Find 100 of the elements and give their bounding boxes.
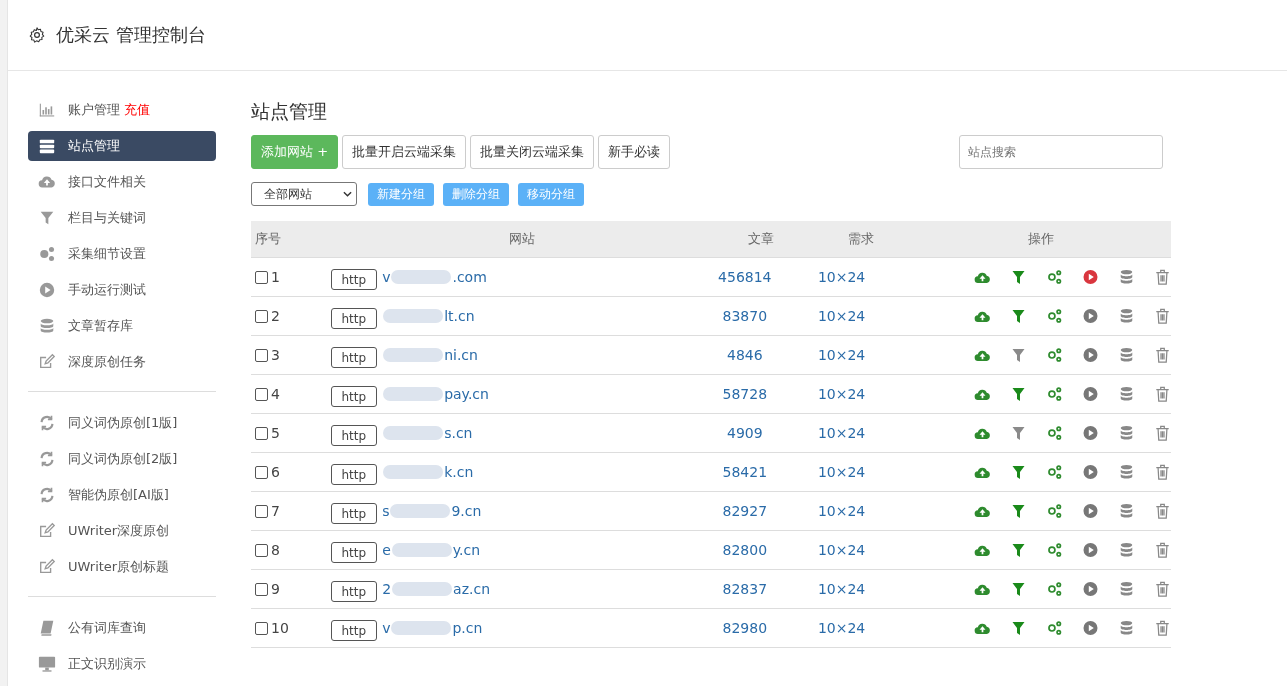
filter-icon[interactable]	[1010, 620, 1027, 636]
sidebar-item[interactable]: UWriter深度原创	[28, 516, 216, 546]
demand-value[interactable]: 10×24	[793, 386, 890, 402]
filter-icon[interactable]	[1010, 425, 1027, 441]
sidebar-item[interactable]: 文章暂存库	[28, 311, 216, 341]
demand-value[interactable]: 10×24	[793, 347, 890, 363]
checkbox[interactable]	[255, 309, 268, 323]
filter-icon[interactable]	[1010, 308, 1027, 324]
checkbox[interactable]	[255, 543, 268, 557]
article-count[interactable]: 58728	[696, 386, 794, 402]
demand-value[interactable]: 10×24	[793, 269, 890, 285]
monitor-icon	[38, 655, 56, 673]
trash-icon[interactable]	[1154, 308, 1171, 324]
checkbox[interactable]	[255, 426, 268, 440]
filter-icon[interactable]	[1010, 581, 1027, 597]
trash-icon[interactable]	[1154, 386, 1171, 402]
sidebar-item[interactable]: 栏目与关键词	[28, 203, 216, 233]
article-count[interactable]: 456814	[696, 269, 794, 285]
sidebar-item[interactable]: 站点管理	[28, 131, 216, 161]
article-count[interactable]: 82980	[696, 620, 794, 636]
toolbar-button[interactable]: 批量开启云端采集	[342, 135, 467, 169]
trash-icon[interactable]	[1154, 347, 1171, 363]
site-domain: 2	[382, 581, 392, 597]
row-number: 8	[271, 542, 280, 558]
group-select[interactable]: 全部网站	[251, 182, 357, 206]
sidebar-item[interactable]: 深度原创任务	[28, 347, 216, 377]
trash-icon[interactable]	[1154, 425, 1171, 441]
sidebar-item[interactable]: 手动运行测试	[28, 275, 216, 305]
trash-icon[interactable]	[1154, 581, 1171, 597]
demand-value[interactable]: 10×24	[793, 542, 890, 558]
trash-icon[interactable]	[1154, 503, 1171, 519]
database-icon[interactable]	[1118, 308, 1135, 324]
trash-icon[interactable]	[1154, 620, 1171, 636]
site-domain: k.cn	[444, 464, 474, 480]
sidebar-item[interactable]: 采集细节设置	[28, 239, 216, 269]
redaction-blur	[383, 309, 444, 323]
trash-icon[interactable]	[1154, 542, 1171, 558]
checkbox[interactable]	[255, 387, 268, 401]
filter-icon[interactable]	[1010, 386, 1027, 402]
play-icon[interactable]	[1082, 308, 1099, 324]
demand-value[interactable]: 10×24	[793, 464, 890, 480]
protocol-tag: http	[330, 463, 378, 485]
play-icon[interactable]	[1082, 503, 1099, 519]
sidebar-item[interactable]: 智能伪原创[AI版]	[28, 480, 216, 510]
article-count[interactable]: 82837	[696, 581, 794, 597]
database-icon[interactable]	[1118, 347, 1135, 363]
sidebar-item[interactable]: 账户管理 充值	[28, 95, 216, 125]
demand-value[interactable]: 10×24	[793, 308, 890, 324]
sidebar-item[interactable]: UWriter原创标题	[28, 552, 216, 582]
sidebar-item[interactable]: 正文识别演示	[28, 649, 216, 679]
database-icon[interactable]	[1118, 620, 1135, 636]
database-icon[interactable]	[1118, 464, 1135, 480]
article-count[interactable]: 82927	[696, 503, 794, 519]
article-count[interactable]: 4909	[696, 425, 794, 441]
trash-icon[interactable]	[1154, 269, 1171, 285]
sidebar-item[interactable]: 同义词伪原创[1版]	[28, 408, 216, 438]
play-icon[interactable]	[1082, 425, 1099, 441]
database-icon[interactable]	[1118, 581, 1135, 597]
demand-value[interactable]: 10×24	[793, 620, 890, 636]
play-icon[interactable]	[1082, 464, 1099, 480]
article-count[interactable]: 82800	[696, 542, 794, 558]
demand-value[interactable]: 10×24	[793, 503, 890, 519]
toolbar-button[interactable]: 批量关闭云端采集	[470, 135, 595, 169]
filter-icon[interactable]	[1010, 269, 1027, 285]
checkbox[interactable]	[255, 582, 268, 596]
play-icon[interactable]	[1082, 269, 1099, 285]
database-icon[interactable]	[1118, 503, 1135, 519]
checkbox[interactable]	[255, 270, 268, 284]
sidebar-item[interactable]: 同义词伪原创[2版]	[28, 444, 216, 474]
sidebar-item[interactable]: 公有词库查询	[28, 613, 216, 643]
play-icon[interactable]	[1082, 581, 1099, 597]
demand-value[interactable]: 10×24	[793, 581, 890, 597]
play-icon[interactable]	[1082, 620, 1099, 636]
article-count[interactable]: 58421	[696, 464, 794, 480]
search-field[interactable]: 站点搜索	[959, 135, 1163, 169]
server-icon	[38, 137, 56, 155]
checkbox[interactable]	[255, 504, 268, 518]
filter-icon[interactable]	[1010, 542, 1027, 558]
site-domain: e	[382, 542, 391, 558]
toolbar-button[interactable]: 新手必读	[598, 135, 671, 169]
database-icon[interactable]	[1118, 542, 1135, 558]
filter-icon[interactable]	[1010, 503, 1027, 519]
row-number: 1	[271, 269, 280, 285]
trash-icon[interactable]	[1154, 464, 1171, 480]
filter-icon[interactable]	[1010, 464, 1027, 480]
article-count[interactable]: 4846	[696, 347, 794, 363]
row-number: 4	[271, 386, 280, 402]
play-icon[interactable]	[1082, 347, 1099, 363]
checkbox[interactable]	[255, 621, 268, 635]
article-count[interactable]: 83870	[696, 308, 794, 324]
database-icon[interactable]	[1118, 269, 1135, 285]
demand-value[interactable]: 10×24	[793, 425, 890, 441]
sidebar-item[interactable]: 接口文件相关	[28, 167, 216, 197]
database-icon[interactable]	[1118, 425, 1135, 441]
checkbox[interactable]	[255, 465, 268, 479]
checkbox[interactable]	[255, 348, 268, 362]
play-icon[interactable]	[1082, 386, 1099, 402]
database-icon[interactable]	[1118, 386, 1135, 402]
play-icon[interactable]	[1082, 542, 1099, 558]
filter-icon[interactable]	[1010, 347, 1027, 363]
